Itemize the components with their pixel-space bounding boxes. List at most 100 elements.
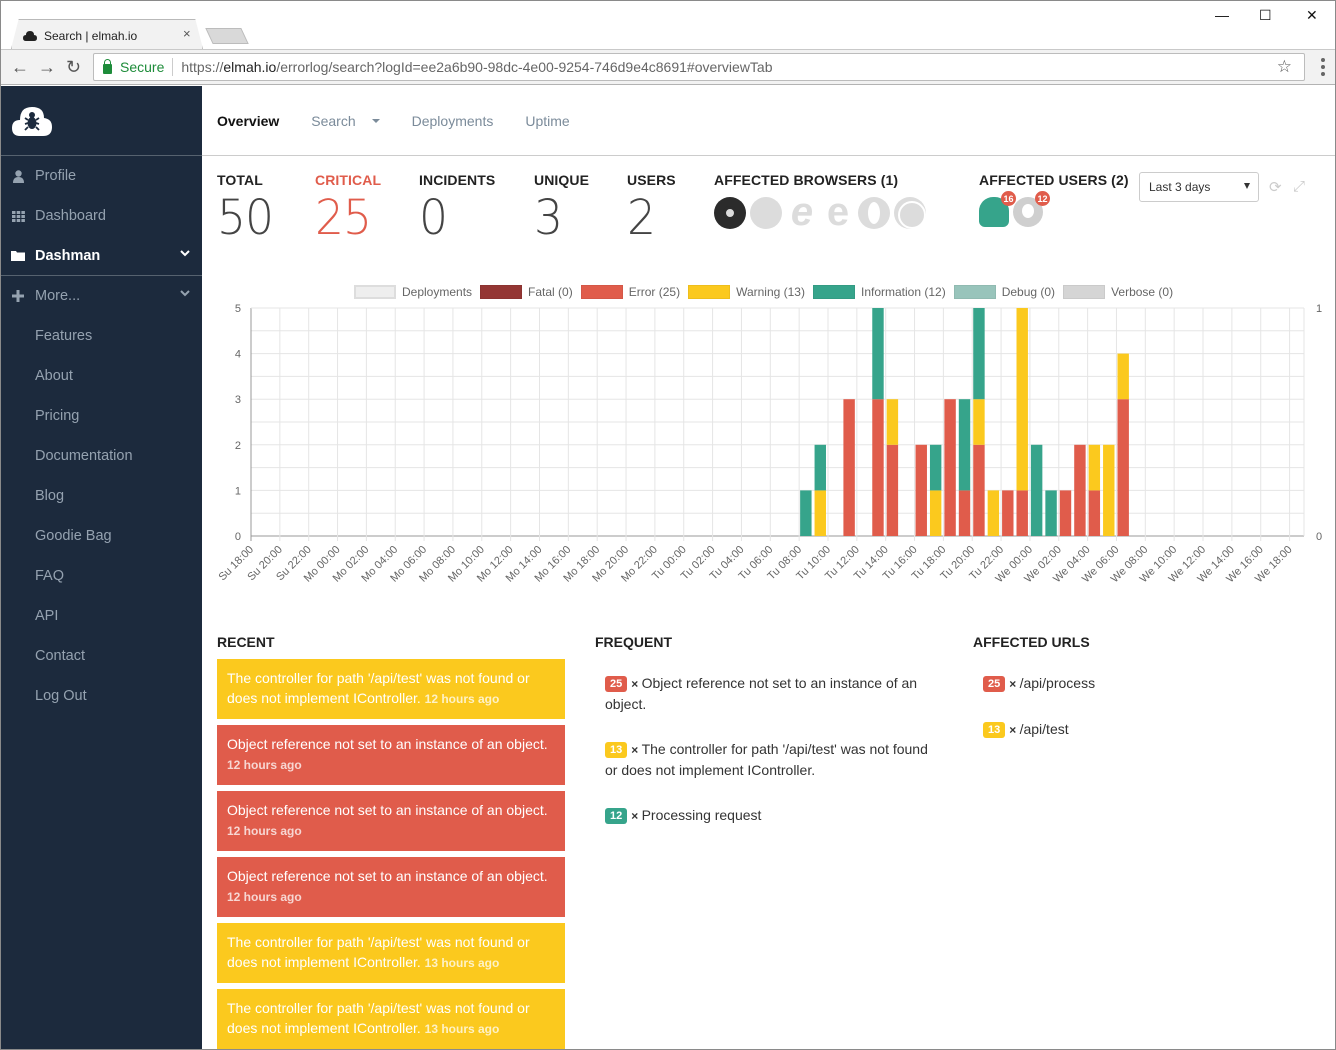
recent-time-ago: 12 hours ago [424, 692, 500, 706]
stat-value: 0 [419, 190, 448, 246]
affected-url-item[interactable]: 13 × /api/test [973, 719, 1313, 740]
bookmark-star-icon[interactable]: ☆ [1277, 57, 1292, 77]
browser-toolbar: ← → ↻ Secure https://elmah.io/errorlog/s… [1, 49, 1335, 85]
sidebar-item-pricing[interactable]: Pricing [1, 396, 202, 436]
stat-label: CRITICAL [315, 172, 382, 188]
tab-search[interactable]: Search [311, 113, 380, 129]
recent-item[interactable]: Object reference not set to an instance … [217, 857, 565, 917]
user-avatar-elmah[interactable]: 16 [979, 191, 1016, 227]
sidebar-item-label: Dashboard [35, 208, 106, 224]
bar-information [1030, 444, 1043, 536]
stat-users: USERS 2 [627, 172, 676, 246]
stat-total: TOTAL 50 [217, 172, 276, 246]
new-tab-button[interactable] [205, 28, 249, 44]
y-tick-label: 0 [235, 531, 241, 543]
affected-urls-section: AFFECTED URLS 25 × /api/process 13 × /api/t… [973, 634, 1313, 765]
safari-icon[interactable] [894, 197, 926, 229]
refresh-icon[interactable]: ⟳ [1269, 178, 1282, 196]
frequent-item[interactable]: 12 × Processing request [595, 805, 935, 826]
frequent-item-text: Processing request [641, 807, 762, 823]
recent-title: RECENT [217, 634, 275, 650]
reload-icon[interactable]: ↻ [66, 56, 81, 78]
tab-title: Search | elmah.io [44, 29, 138, 43]
sidebar-item-contact[interactable]: Contact [1, 636, 202, 676]
sidebar-item-label: Goodie Bag [35, 528, 112, 544]
url-scheme: https:// [181, 59, 224, 75]
sidebar-item-features[interactable]: Features [1, 316, 202, 356]
stat-label: AFFECTED BROWSERS (1) [714, 172, 899, 188]
url-text: https://elmah.io/errorlog/search?logId=e… [181, 59, 772, 75]
sidebar-item-label: About [35, 368, 73, 384]
tab-uptime[interactable]: Uptime [525, 113, 569, 129]
times-symbol: × [631, 809, 642, 823]
firefox-icon[interactable] [750, 197, 782, 229]
opera-icon[interactable] [858, 197, 890, 229]
sidebar-item-label: FAQ [35, 568, 65, 584]
affected-urls-title: AFFECTED URLS [973, 634, 1090, 650]
maximize-icon[interactable]: ☐ [1259, 7, 1272, 24]
user-count-badge: 16 [1001, 191, 1016, 206]
bar-error [973, 444, 985, 536]
top-nav-tabs: Overview Search Deployments Uptime [202, 86, 1335, 156]
stat-affected-browsers: AFFECTED BROWSERS (1) e e [714, 172, 926, 232]
browser-titlebar: Search | elmah.io × — ☐ ✕ [1, 1, 1335, 49]
chevron-down-icon [180, 249, 190, 260]
times-symbol: × [631, 743, 642, 757]
recent-time-ago: 13 hours ago [424, 1022, 500, 1036]
sidebar-item-label: Features [35, 328, 93, 344]
address-bar[interactable]: Secure https://elmah.io/errorlog/search?… [93, 53, 1305, 81]
expand-icon[interactable]: ⤢ [1293, 178, 1305, 195]
sidebar-item-dashboard[interactable]: Dashboard [1, 196, 202, 236]
tab-deployments[interactable]: Deployments [412, 113, 494, 129]
sidebar-item-goodie-bag[interactable]: Goodie Bag [1, 516, 202, 556]
elmah-favicon-icon [23, 31, 37, 41]
recent-time-ago: 12 hours ago [227, 758, 302, 772]
back-arrow-icon[interactable]: ← [11, 56, 29, 78]
minimize-icon[interactable]: — [1215, 7, 1229, 23]
frequent-list: 25 × Object reference not set to an insta… [595, 659, 935, 826]
y2-tick-label: 0 [1316, 531, 1322, 543]
sidebar-item-log-out[interactable]: Log Out [1, 676, 202, 716]
select-arrow-icon [1244, 183, 1250, 189]
frequent-item[interactable]: 13 × The controller for path '/api/test' … [595, 739, 935, 780]
tab-overview[interactable]: Overview [217, 113, 279, 129]
caret-down-icon [371, 118, 380, 123]
user-count-badge: 12 [1035, 191, 1050, 206]
bar-warning [987, 490, 1000, 536]
bar-warning [1016, 308, 1028, 491]
sidebar-item-profile[interactable]: Profile [1, 156, 202, 196]
affected-url-item[interactable]: 25 × /api/process [973, 673, 1313, 694]
sidebar-item-api[interactable]: API [1, 596, 202, 636]
y-tick-label: 1 [235, 485, 241, 497]
bar-error [1088, 490, 1101, 536]
user-avatar-generic[interactable]: 12 [1013, 191, 1050, 227]
edge-icon[interactable]: e [822, 192, 854, 232]
bar-information [872, 308, 884, 400]
elmah-logo[interactable] [1, 86, 202, 156]
browser-menu-icon[interactable] [1321, 58, 1325, 76]
stat-label: USERS [627, 172, 676, 188]
sidebar-item-about[interactable]: About [1, 356, 202, 396]
sidebar-item-documentation[interactable]: Documentation [1, 436, 202, 476]
sidebar-item-faq[interactable]: FAQ [1, 556, 202, 596]
chevron-down-icon [180, 289, 190, 300]
recent-item[interactable]: Object reference not set to an instance … [217, 791, 565, 851]
sidebar-item-dashman[interactable]: Dashman [1, 236, 202, 276]
folder-icon [11, 250, 25, 261]
recent-item[interactable]: The controller for path '/api/test' was … [217, 989, 565, 1049]
frequent-item[interactable]: 25 × Object reference not set to an insta… [595, 673, 935, 714]
count-badge: 12 [605, 808, 628, 824]
close-window-icon[interactable]: ✕ [1306, 7, 1318, 24]
sidebar-item-label: Log Out [35, 688, 87, 704]
recent-item[interactable]: Object reference not set to an instance … [217, 725, 565, 785]
recent-item[interactable]: The controller for path '/api/test' was … [217, 923, 565, 983]
browser-tab[interactable]: Search | elmah.io [23, 23, 203, 49]
internet-explorer-icon[interactable]: e [786, 192, 818, 232]
sidebar-item-blog[interactable]: Blog [1, 476, 202, 516]
tab-close-icon[interactable]: × [183, 26, 191, 41]
sidebar-item-more[interactable]: More... [1, 276, 202, 316]
date-range-select[interactable]: Last 3 days [1139, 172, 1259, 202]
recent-item[interactable]: The controller for path '/api/test' was … [217, 659, 565, 719]
chrome-icon[interactable] [714, 197, 746, 229]
forward-arrow-icon[interactable]: → [38, 56, 56, 78]
